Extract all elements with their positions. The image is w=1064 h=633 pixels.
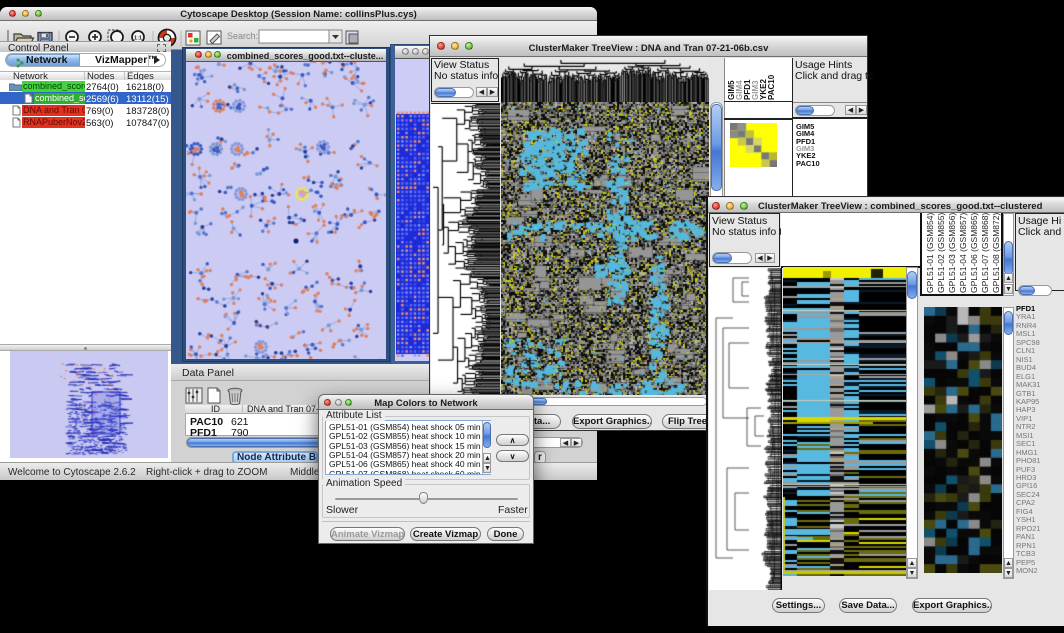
svg-text:Search:: Search: <box>227 31 258 41</box>
